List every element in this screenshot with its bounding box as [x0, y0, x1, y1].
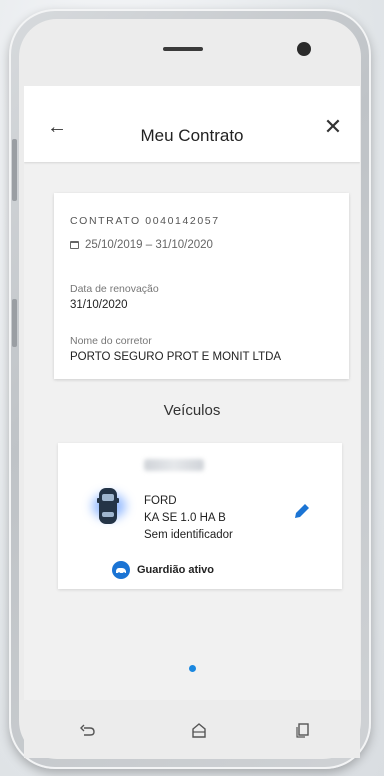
vehicle-card[interactable]: FORD KA SE 1.0 HA B Sem identificador Gu… [58, 443, 342, 589]
contract-period: 25/10/2019 – 31/10/2020 [70, 239, 213, 251]
guardian-status: Guardião ativo [112, 561, 214, 579]
broker-name: PORTO SEGURO PROT E MONIT LTDA [70, 351, 282, 363]
vehicle-info: FORD KA SE 1.0 HA B Sem identificador [144, 493, 233, 544]
nav-recent-icon[interactable] [294, 722, 312, 738]
calendar-icon [70, 241, 79, 249]
vehicle-brand: FORD [144, 495, 177, 507]
vehicles-section-title: Veículos [163, 402, 221, 419]
vehicle-identifier: Sem identificador [144, 529, 233, 541]
renewal-label: Data de renovação [70, 283, 159, 295]
power-button [12, 299, 17, 347]
close-icon: ✕ [323, 114, 343, 139]
renewal-date: 31/10/2020 [70, 299, 128, 311]
contract-card: CONTRATO 0040142057 25/10/2019 – 31/10/2… [54, 193, 349, 379]
contract-number: CONTRATO 0040142057 [70, 215, 220, 227]
speaker-grille [163, 47, 203, 51]
guardian-icon [112, 561, 130, 579]
app-bar: ← Meu Contrato ✕ [24, 86, 360, 162]
contract-period-text: 25/10/2019 – 31/10/2020 [85, 239, 213, 251]
vehicle-model: KA SE 1.0 HA B [144, 512, 226, 524]
broker-label: Nome do corretor [70, 335, 152, 347]
page-indicator-dot[interactable] [189, 665, 196, 672]
license-plate-blurred [144, 459, 204, 471]
android-nav-bar [24, 700, 360, 758]
front-camera [297, 42, 311, 56]
volume-button [12, 139, 17, 201]
app-screen: ← Meu Contrato ✕ CONTRATO 0040142057 25/… [24, 86, 360, 700]
nav-home-icon[interactable] [190, 722, 208, 738]
close-button[interactable]: ✕ [320, 114, 346, 140]
nav-back-icon[interactable] [80, 722, 98, 738]
pencil-icon [295, 504, 309, 518]
guardian-status-label: Guardião ativo [137, 564, 215, 576]
car-icon [97, 488, 119, 524]
edit-vehicle-button[interactable] [292, 501, 312, 521]
page-title: Meu Contrato [140, 126, 244, 145]
